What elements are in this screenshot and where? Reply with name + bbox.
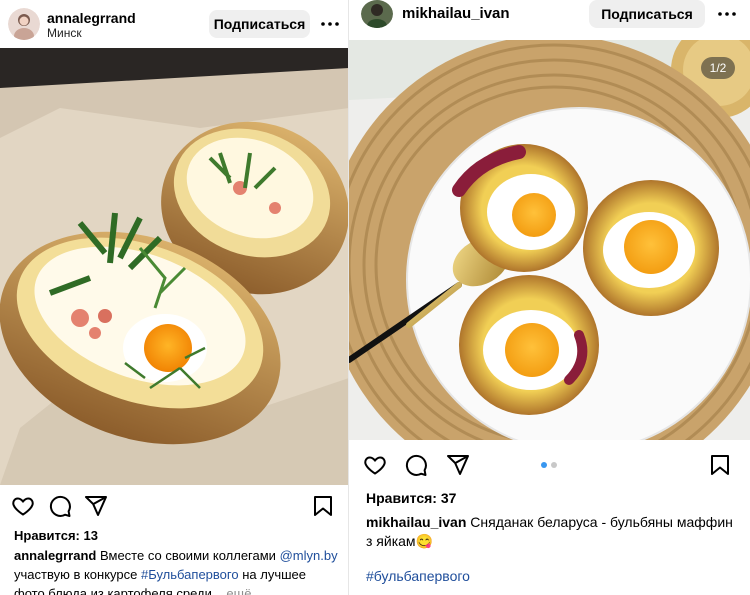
follow-button[interactable]: Подписаться [209,10,310,38]
carousel-dot-active [541,462,547,468]
more-horizontal-icon[interactable] [318,12,342,36]
bookmark-icon[interactable] [708,453,732,477]
avatar[interactable] [361,0,393,28]
post-right: mikhailau_ivan Подписаться 1/2 Нравится:… [349,0,750,595]
post-photo[interactable] [349,40,750,440]
caption-author[interactable]: annalegrrand [14,548,96,563]
post-actions [349,453,750,485]
username[interactable]: annalegrrand [47,10,136,26]
caption-more-link[interactable]: ещё [226,586,251,595]
post-caption: mikhailau_ivan Сняданак беларуса - бульб… [366,513,736,551]
comment-icon[interactable] [48,494,72,518]
post-left: annalegrrand Минск Подписаться Нравится:… [0,0,349,595]
share-icon[interactable] [84,494,108,518]
username[interactable]: mikhailau_ivan [402,5,510,22]
post-header: annalegrrand Минск Подписаться [0,0,349,48]
likes-count[interactable]: Нравится: 13 [14,528,98,543]
heart-icon[interactable] [11,494,35,518]
carousel-dot [551,462,557,468]
comment-icon[interactable] [404,453,428,477]
location-label[interactable]: Минск [47,26,82,40]
post-photo[interactable] [0,48,349,485]
more-horizontal-icon[interactable] [715,2,739,26]
caption-hashtag[interactable]: #бульбапервого [366,567,470,586]
carousel-counter: 1/2 [701,57,735,79]
caption-author[interactable]: mikhailau_ivan [366,514,466,530]
post-caption: annalegrrand Вместе со своими коллегами … [14,546,340,595]
bookmark-icon[interactable] [311,494,335,518]
caption-text: Вместе со своими коллегами [99,548,276,563]
heart-icon[interactable] [363,453,387,477]
likes-count[interactable]: Нравится: 37 [366,490,456,506]
caption-text: участвую в конкурсе [14,567,138,582]
carousel-dots [541,462,557,468]
caption-hashtag[interactable]: #Бульбапервого [141,567,239,582]
follow-button[interactable]: Подписаться [589,0,705,28]
caption-mention[interactable]: @mlyn.by [280,548,338,563]
post-actions [0,494,349,526]
avatar[interactable] [8,8,40,40]
post-header: mikhailau_ivan Подписаться [349,0,750,40]
share-icon[interactable] [446,453,470,477]
